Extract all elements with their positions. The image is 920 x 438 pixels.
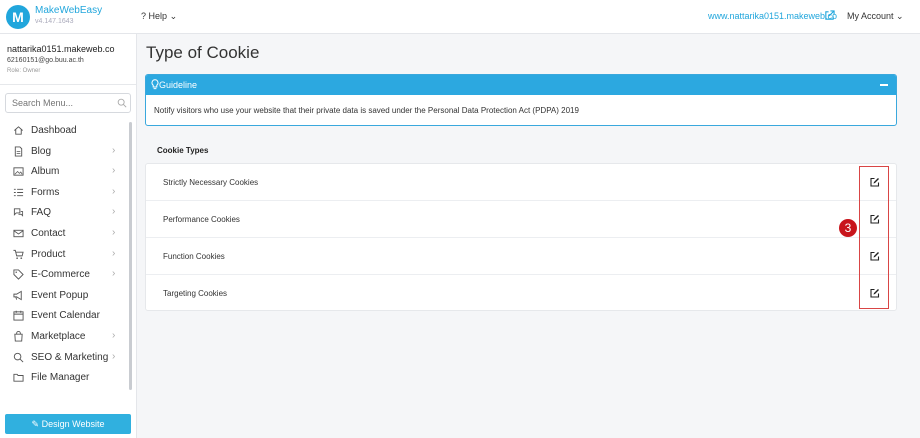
search-icon (13, 352, 24, 362)
guideline-text: Notify visitors who use your website tha… (154, 106, 579, 115)
sidebar-scrollbar[interactable] (129, 122, 132, 390)
account-menu[interactable]: My Account ⌄ (847, 11, 904, 22)
user-name: nattarika0151.makeweb.co (7, 44, 115, 54)
chevron-right-icon: › (112, 350, 116, 362)
cookie-types-list: Strictly Necessary Cookies Performance C… (145, 163, 897, 311)
external-link-icon[interactable] (824, 10, 835, 21)
bag-icon (14, 330, 23, 342)
sidebar-menu: Dashboad Blog › Album › Forms › FAQ › Co… (0, 120, 128, 388)
sidebar-item-label: Dashboad (31, 125, 77, 136)
sidebar-divider (0, 84, 136, 85)
chevron-right-icon: › (112, 144, 116, 156)
sidebar-item-event-calendar[interactable]: Event Calendar (0, 305, 128, 326)
chevron-right-icon: › (112, 165, 116, 177)
sidebar-item-e-commerce[interactable]: E-Commerce › (0, 264, 128, 285)
site-link[interactable]: www.nattarika0151.makeweb.co (708, 11, 837, 21)
sidebar-item-label: Forms (31, 186, 60, 198)
chevron-right-icon: › (112, 329, 116, 341)
sidebar-item-label: E-Commerce (31, 269, 90, 281)
image-icon (13, 167, 24, 176)
tag-icon (13, 269, 24, 280)
sidebar-item-faq[interactable]: FAQ › (0, 202, 128, 223)
cart-icon (13, 249, 24, 259)
user-role: Role: Owner (7, 68, 41, 74)
chevron-down-icon: ⌄ (169, 11, 178, 21)
collapse-icon[interactable] (880, 84, 888, 86)
sidebar-item-label: Blog (31, 145, 52, 157)
sidebar-item-blog[interactable]: Blog › (0, 141, 128, 162)
chevron-right-icon: › (112, 185, 116, 197)
chevron-right-icon: › (112, 268, 116, 280)
pencil-icon: ✎ (31, 419, 40, 429)
cookie-name: Performance Cookies (163, 215, 240, 224)
guideline-title: Guideline (159, 80, 198, 90)
sidebar-item-dashboad[interactable]: Dashboad (0, 120, 128, 141)
design-website-button[interactable]: ✎ Design Website (5, 414, 131, 434)
sidebar: nattarika0151.makeweb.co 62160151@go.buu… (0, 34, 137, 438)
user-email: 62160151@go.buu.ac.th (7, 57, 84, 64)
cookie-row-strictly-necessary: Strictly Necessary Cookies (146, 164, 896, 201)
sidebar-item-product[interactable]: Product › (0, 244, 128, 265)
cookie-types-label: Cookie Types (157, 146, 209, 155)
sidebar-item-label: File Manager (31, 372, 90, 384)
logo-icon[interactable]: M (6, 5, 30, 29)
page-title: Type of Cookie (146, 43, 260, 62)
sidebar-item-forms[interactable]: Forms › (0, 182, 128, 203)
help-icon: ? (141, 11, 147, 21)
edit-column-highlight (859, 166, 889, 309)
sidebar-item-label: Album (31, 166, 60, 178)
sidebar-item-marketplace[interactable]: Marketplace › (0, 326, 128, 347)
design-website-label: Design Website (41, 419, 105, 429)
sidebar-item-label: SEO & Marketing (31, 351, 109, 363)
megaphone-icon (13, 290, 22, 301)
sidebar-item-contact[interactable]: Contact › (0, 223, 128, 244)
cookie-name: Function Cookies (163, 252, 225, 261)
guideline-panel: Guideline Notify visitors who use your w… (145, 74, 897, 126)
search-icon (117, 98, 127, 108)
account-label: My Account (847, 11, 894, 21)
folder-icon (13, 373, 24, 382)
help-menu[interactable]: ? Help ⌄ (141, 11, 177, 22)
lightbulb-icon (151, 79, 159, 90)
list-icon (13, 188, 24, 196)
search-menu-input[interactable] (5, 93, 131, 113)
home-icon (14, 126, 23, 135)
cookie-row-function: Function Cookies (146, 238, 896, 275)
top-bar: M MakeWebEasy v4.147.1643 ? Help ⌄ www.n… (0, 0, 920, 34)
chevron-right-icon: › (112, 226, 116, 238)
version-label: v4.147.1643 (35, 18, 74, 25)
guideline-header[interactable]: Guideline (146, 75, 896, 95)
mail-icon (13, 229, 24, 238)
document-icon (14, 146, 23, 157)
sidebar-item-seo-marketing[interactable]: SEO & Marketing › (0, 347, 128, 368)
cookie-row-performance: Performance Cookies (146, 201, 896, 238)
sidebar-item-label: FAQ (31, 207, 52, 219)
help-label: Help (148, 11, 168, 21)
sidebar-item-file-manager[interactable]: File Manager (0, 367, 128, 388)
chat-icon (13, 208, 24, 218)
brand-name: MakeWebEasy (35, 5, 103, 16)
chevron-down-icon: ⌄ (896, 11, 904, 21)
sidebar-item-album[interactable]: Album › (0, 161, 128, 182)
sidebar-item-label: Event Calendar (31, 310, 100, 322)
cookie-name: Targeting Cookies (163, 289, 228, 298)
calendar-icon (13, 311, 24, 321)
sidebar-item-label: Event Popup (31, 289, 89, 301)
chevron-right-icon: › (112, 206, 116, 218)
step-badge: 3 (839, 219, 857, 237)
sidebar-item-label: Product (31, 248, 66, 260)
sidebar-item-label: Contact (31, 227, 66, 239)
sidebar-item-event-popup[interactable]: Event Popup (0, 285, 128, 306)
sidebar-item-label: Marketplace (31, 330, 86, 342)
cookie-row-targeting: Targeting Cookies (146, 275, 896, 312)
chevron-right-icon: › (112, 247, 116, 259)
cookie-name: Strictly Necessary Cookies (163, 178, 259, 187)
